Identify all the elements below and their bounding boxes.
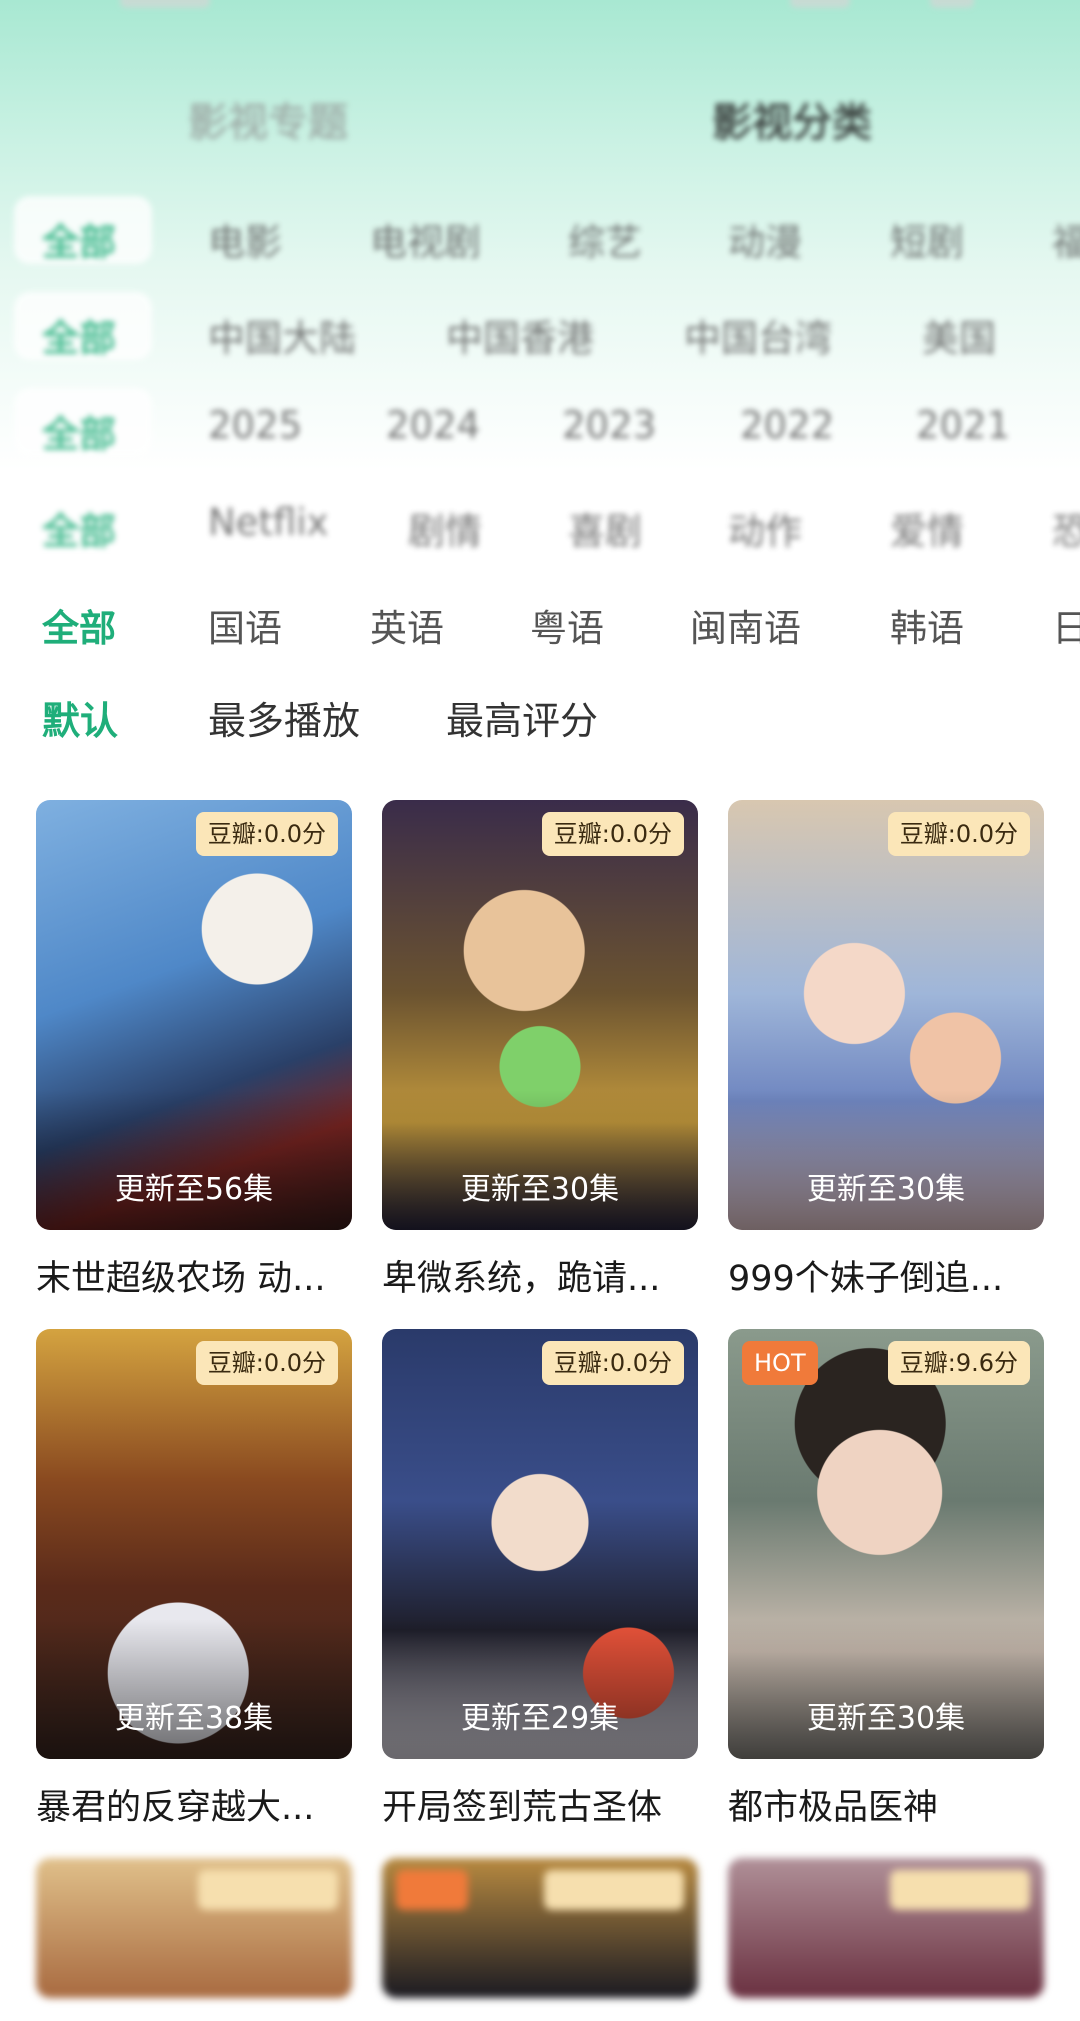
poster-shade: [728, 1090, 1044, 1230]
filter-language-mandarin[interactable]: 国语: [208, 598, 282, 652]
filter-type-more[interactable]: 福: [1052, 212, 1080, 266]
filter-type-variety[interactable]: 综艺: [568, 212, 642, 266]
rating-badge: 豆瓣:0.0分: [541, 1341, 684, 1385]
card-title[interactable]: 都市极品医神: [728, 1779, 1044, 1830]
filter-genre-all[interactable]: 全部: [42, 501, 116, 555]
sort-highest-rated[interactable]: 最高评分: [446, 690, 598, 745]
poster-shade: [36, 1090, 352, 1230]
filter-region-mainland[interactable]: 中国大陆: [208, 308, 356, 362]
filter-region-hongkong[interactable]: 中国香港: [446, 308, 594, 362]
poster-image[interactable]: 豆瓣:0.0分 更新至56集: [36, 800, 352, 1230]
filter-year-2023[interactable]: 2023: [562, 404, 656, 447]
video-card[interactable]: HOT 豆瓣:9.6分 更新至30集 都市极品医神: [728, 1329, 1044, 1830]
filter-language-all[interactable]: 全部: [42, 598, 116, 652]
filter-language-hokkien[interactable]: 闽南语: [690, 598, 801, 652]
filter-genre-netflix[interactable]: Netflix: [208, 501, 328, 544]
card-title[interactable]: 暴君的反穿越大...: [36, 1779, 352, 1830]
rating-badge: 豆瓣:0.0分: [541, 812, 684, 856]
filter-type-all[interactable]: 全部: [42, 212, 116, 266]
rating-badge: [890, 1870, 1030, 1910]
filter-year-2021[interactable]: 2021: [916, 404, 1010, 447]
top-bar-partial: [0, 0, 1080, 16]
rating-badge: [198, 1870, 338, 1910]
filter-language-more[interactable]: 日: [1052, 598, 1080, 652]
filter-language-korean[interactable]: 韩语: [890, 598, 964, 652]
top-bar-right-text: [790, 0, 850, 8]
video-card[interactable]: 豆瓣:0.0分 更新至29集 开局签到荒古圣体: [382, 1329, 698, 1830]
video-card-partial[interactable]: [36, 1858, 352, 1998]
card-title[interactable]: 末世超级农场 动...: [36, 1250, 352, 1301]
filter-genre-comedy[interactable]: 喜剧: [568, 501, 642, 555]
filter-genre-action[interactable]: 动作: [728, 501, 802, 555]
video-card[interactable]: 豆瓣:0.0分 更新至56集 末世超级农场 动...: [36, 800, 352, 1301]
episode-status: 更新至30集: [460, 1172, 620, 1207]
rating-badge: 豆瓣:0.0分: [195, 1341, 338, 1385]
card-title[interactable]: 卑微系统，跪请...: [382, 1250, 698, 1301]
episode-status: 更新至38集: [114, 1701, 274, 1736]
rating-badge: [544, 1870, 684, 1910]
filter-language-english[interactable]: 英语: [370, 598, 444, 652]
poster-image[interactable]: 豆瓣:0.0分 更新至29集: [382, 1329, 698, 1759]
video-card[interactable]: 豆瓣:0.0分 更新至38集 暴君的反穿越大...: [36, 1329, 352, 1830]
top-bar-left-text: [120, 0, 210, 8]
filter-row-type: 全部 电影 电视剧 综艺 动漫 短剧 福: [0, 196, 1080, 276]
filter-region-taiwan[interactable]: 中国台湾: [684, 308, 832, 362]
sort-most-played[interactable]: 最多播放: [208, 690, 360, 745]
filter-language-cantonese[interactable]: 粤语: [530, 598, 604, 652]
filter-row-region: 全部 中国大陆 中国香港 中国台湾 美国: [0, 292, 1080, 372]
poster-image[interactable]: 豆瓣:0.0分 更新至38集: [36, 1329, 352, 1759]
filter-row-genre: 全部 Netflix 剧情 喜剧 动作 爱情 恐: [0, 485, 1080, 565]
filter-region-all[interactable]: 全部: [42, 308, 116, 362]
hot-badge: HOT: [742, 1341, 818, 1385]
rating-badge: 豆瓣:0.0分: [887, 812, 1030, 856]
episode-status: 更新至56集: [114, 1172, 274, 1207]
tab-film-topics[interactable]: 影视专题: [188, 90, 348, 148]
filter-year-all[interactable]: 全部: [42, 404, 116, 458]
tab-film-categories[interactable]: 影视分类: [712, 90, 872, 148]
episode-status: 更新至30集: [806, 1701, 966, 1736]
poster-shade: [728, 1619, 1044, 1759]
video-card[interactable]: 豆瓣:0.0分 更新至30集 卑微系统，跪请...: [382, 800, 698, 1301]
filter-genre-more[interactable]: 恐: [1052, 501, 1080, 555]
episode-status: 更新至29集: [460, 1701, 620, 1736]
episode-status: 更新至30集: [806, 1172, 966, 1207]
rating-badge: 豆瓣:9.6分: [887, 1341, 1030, 1385]
filter-year-2025[interactable]: 2025: [208, 404, 302, 447]
sort-row: 默认 最多播放 最高评分: [0, 680, 1080, 750]
card-title[interactable]: 999个妹子倒追...: [728, 1250, 1044, 1301]
filter-row-year: 全部 2025 2024 2023 2022 2021: [0, 388, 1080, 468]
sort-default[interactable]: 默认: [42, 690, 118, 745]
top-bar-right-icon: [930, 0, 974, 8]
video-card[interactable]: 豆瓣:0.0分 更新至30集 999个妹子倒追...: [728, 800, 1044, 1301]
filter-region-usa[interactable]: 美国: [922, 308, 996, 362]
filter-year-2024[interactable]: 2024: [386, 404, 480, 447]
filter-type-movie[interactable]: 电影: [208, 212, 282, 266]
filter-genre-drama[interactable]: 剧情: [408, 501, 482, 555]
poster-image[interactable]: HOT 豆瓣:9.6分 更新至30集: [728, 1329, 1044, 1759]
poster-image[interactable]: 豆瓣:0.0分 更新至30集: [728, 800, 1044, 1230]
filter-year-2022[interactable]: 2022: [740, 404, 834, 447]
poster-shade: [382, 1090, 698, 1230]
filter-genre-romance[interactable]: 爱情: [890, 501, 964, 555]
filter-type-short[interactable]: 短剧: [890, 212, 964, 266]
filter-row-language: 全部 国语 英语 粤语 闽南语 韩语 日: [0, 582, 1080, 662]
poster-shade: [382, 1619, 698, 1759]
filter-type-anime[interactable]: 动漫: [728, 212, 802, 266]
card-title[interactable]: 开局签到荒古圣体: [382, 1779, 698, 1830]
filter-type-tv[interactable]: 电视剧: [370, 212, 481, 266]
topic-tabs: 影视专题 影视分类: [0, 80, 1080, 150]
hot-badge: [396, 1870, 468, 1910]
rating-badge: 豆瓣:0.0分: [195, 812, 338, 856]
video-card-partial[interactable]: [728, 1858, 1044, 1998]
poster-image[interactable]: 豆瓣:0.0分 更新至30集: [382, 800, 698, 1230]
video-card-partial[interactable]: [382, 1858, 698, 1998]
poster-shade: [36, 1619, 352, 1759]
